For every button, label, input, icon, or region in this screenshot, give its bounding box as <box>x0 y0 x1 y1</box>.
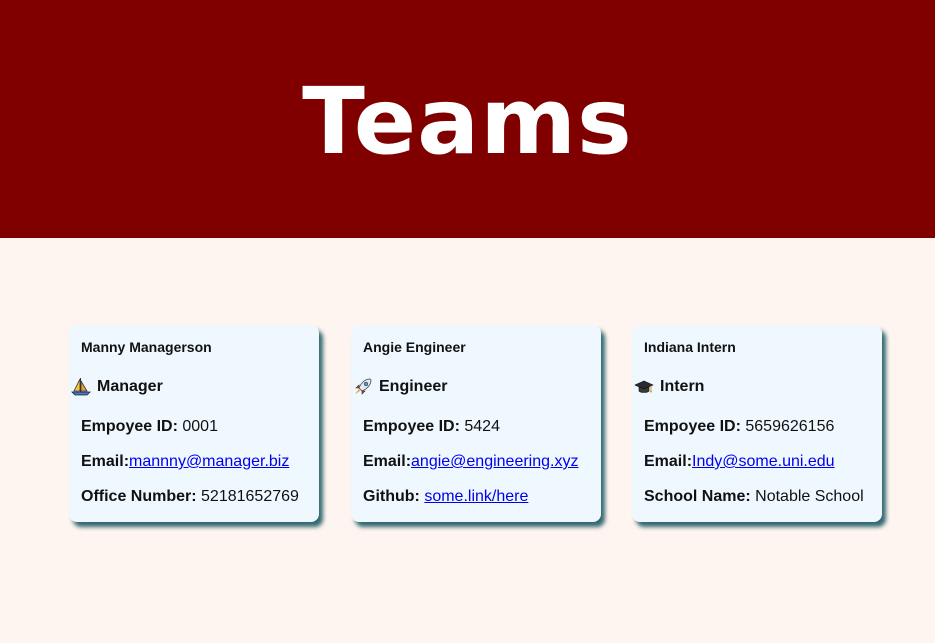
github-row: Github: some.link/here <box>363 488 528 506</box>
github-label: Github: <box>363 488 420 505</box>
email-link[interactable]: mannny@manager.biz <box>129 453 289 470</box>
employee-role: Engineer <box>353 377 447 397</box>
employee-name: Angie Engineer <box>363 339 466 355</box>
role-label: Intern <box>660 378 705 395</box>
employee-card-intern: Indiana Intern Intern Empoyee ID: 565962… <box>632 325 882 522</box>
email-row: Email:angie@engineering.xyz <box>363 453 578 471</box>
employee-card-manager: Manny Managerson Manager Empoyee ID: 000… <box>69 325 319 522</box>
email-label: Email: <box>81 453 130 470</box>
graduation-cap-icon <box>634 377 654 397</box>
email-row: Email:mannny@manager.biz <box>81 453 289 471</box>
email-row: Email:Indy@some.uni.edu <box>644 453 835 471</box>
employee-name: Manny Managerson <box>81 339 212 355</box>
employee-id-row: Empoyee ID: 0001 <box>81 418 218 436</box>
employee-id-row: Empoyee ID: 5424 <box>363 418 500 436</box>
employee-role: Intern <box>634 377 704 397</box>
employee-card-engineer: Angie Engineer Engineer Empoyee ID: 5424… <box>351 325 601 522</box>
employee-id-value: 0001 <box>182 418 218 435</box>
employee-id-label: Empoyee ID: <box>644 418 741 435</box>
email-label: Email: <box>363 453 412 470</box>
page-header: Teams <box>0 0 935 238</box>
role-label: Manager <box>97 378 163 395</box>
school-name-label: School Name: <box>644 488 751 505</box>
email-link[interactable]: Indy@some.uni.edu <box>692 453 835 470</box>
office-number-row: Office Number: 52181652769 <box>81 488 299 506</box>
school-name-value: Notable School <box>755 488 864 505</box>
employee-id-label: Empoyee ID: <box>363 418 460 435</box>
employee-id-row: Empoyee ID: 5659626156 <box>644 418 834 436</box>
employee-role: Manager <box>71 377 163 397</box>
email-link[interactable]: angie@engineering.xyz <box>411 453 578 470</box>
role-label: Engineer <box>379 378 448 395</box>
office-number-value: 52181652769 <box>201 488 299 505</box>
email-label: Email: <box>644 453 693 470</box>
rocket-icon <box>353 377 373 397</box>
employee-id-value: 5424 <box>464 418 500 435</box>
page-title: Teams <box>302 67 633 175</box>
school-name-row: School Name: Notable School <box>644 488 864 506</box>
employee-id-value: 5659626156 <box>745 418 835 435</box>
github-link[interactable]: some.link/here <box>424 488 528 505</box>
office-number-label: Office Number: <box>81 488 197 505</box>
employee-id-label: Empoyee ID: <box>81 418 178 435</box>
sailboat-icon <box>71 377 91 397</box>
employee-name: Indiana Intern <box>644 339 736 355</box>
